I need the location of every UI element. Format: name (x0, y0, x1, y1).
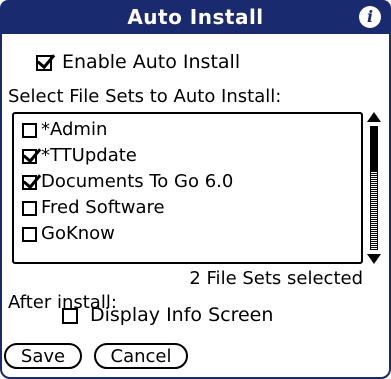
enable-auto-install-checkbox[interactable] (36, 54, 52, 71)
file-set-label: Fred Software (41, 197, 165, 218)
display-info-row[interactable]: Display Info Screen (62, 303, 273, 327)
file-set-checkbox[interactable] (22, 200, 37, 216)
file-set-label: GoKnow (41, 223, 115, 244)
info-icon[interactable]: i (359, 6, 381, 28)
scroll-up-arrow-icon[interactable] (367, 112, 381, 122)
file-set-checkbox[interactable] (22, 174, 37, 190)
list-item-ttupdate[interactable]: *TTUpdate (22, 143, 137, 169)
list-item-admin[interactable]: *Admin (22, 117, 107, 143)
list-scrollbar[interactable] (366, 112, 382, 264)
file-set-checkbox[interactable] (22, 122, 37, 138)
display-info-checkbox[interactable] (62, 307, 78, 324)
list-item-fred-software[interactable]: Fred Software (22, 195, 165, 221)
scroll-down-arrow-icon[interactable] (367, 254, 381, 264)
cancel-button[interactable]: Cancel (94, 343, 188, 369)
file-sets-list[interactable]: *Admin *TTUpdate Documents To Go 6.0 Fre… (12, 112, 363, 264)
file-set-label: Documents To Go 6.0 (41, 171, 234, 192)
scroll-thumb[interactable] (370, 126, 378, 172)
file-set-checkbox[interactable] (22, 148, 37, 164)
enable-auto-install-row[interactable]: Enable Auto Install (36, 50, 240, 74)
list-item-documents-to-go[interactable]: Documents To Go 6.0 (22, 169, 233, 195)
file-set-label: *TTUpdate (41, 145, 137, 166)
list-item-goknow[interactable]: GoKnow (22, 221, 115, 247)
display-info-label: Display Info Screen (90, 304, 274, 326)
file-set-label: *Admin (41, 119, 108, 140)
file-sets-label: Select File Sets to Auto Install: (8, 86, 282, 107)
file-set-checkbox[interactable] (22, 226, 37, 242)
save-button[interactable]: Save (4, 343, 82, 369)
dialog-title: Auto Install (127, 5, 264, 29)
enable-auto-install-label: Enable Auto Install (62, 51, 241, 73)
selected-count-text: 2 File Sets selected (189, 268, 363, 289)
